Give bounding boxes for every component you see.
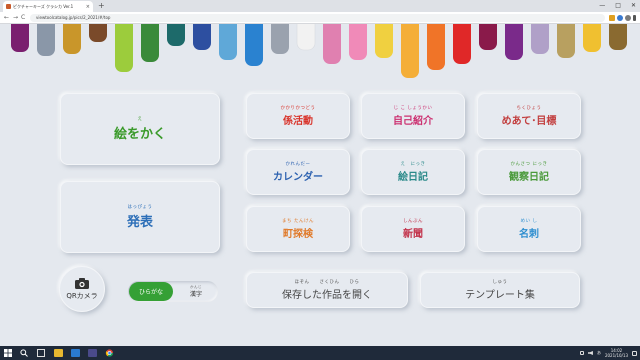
- drip-18: [479, 24, 497, 50]
- app-favicon-icon: [6, 4, 11, 9]
- back-icon[interactable]: ←: [4, 12, 9, 24]
- template-machi-button[interactable]: まち たんけん 町探検: [246, 206, 350, 252]
- drip-9: [245, 24, 263, 66]
- template-meate-button[interactable]: ちくひょう めあて･目標: [477, 93, 581, 139]
- qr-camera-button[interactable]: QRカメラ: [59, 266, 105, 312]
- minimize-button[interactable]: —: [599, 0, 605, 12]
- network-icon[interactable]: [579, 351, 584, 355]
- template-jiko-label: 自己紹介: [393, 115, 433, 127]
- system-tray: あ 14:02 2021/10/13: [579, 346, 637, 360]
- drip-10: [271, 24, 289, 54]
- menu-icon[interactable]: [633, 15, 636, 21]
- template-meishi-label: 名刺: [519, 228, 539, 240]
- window-controls: — □ ✕: [599, 0, 636, 12]
- draw-label: 絵をかく: [113, 126, 166, 142]
- template-kakari-label: 係活動: [283, 115, 313, 127]
- close-tab-icon[interactable]: ×: [86, 4, 90, 10]
- present-button[interactable]: はっぴょう 発表: [60, 181, 220, 253]
- template-kakari-button[interactable]: かかりかつどう 係活動: [246, 93, 350, 139]
- profile-icon[interactable]: [625, 15, 631, 21]
- drip-13: [349, 24, 367, 60]
- template-shinbun-button[interactable]: しんぶん 新聞: [361, 206, 465, 252]
- forward-icon[interactable]: →: [13, 12, 18, 24]
- drip-4: [115, 24, 133, 72]
- file-explorer-icon[interactable]: [54, 349, 63, 357]
- drip-23: [609, 24, 627, 50]
- open-saved-works-button[interactable]: ほぞん さくひん ひら 保存した作品を開く: [246, 272, 408, 308]
- drip-15: [401, 24, 419, 78]
- star-icon[interactable]: [609, 15, 615, 21]
- volume-icon[interactable]: [587, 351, 593, 355]
- search-icon[interactable]: [20, 349, 28, 357]
- windows-taskbar: あ 14:02 2021/10/13: [0, 346, 640, 360]
- drip-2: [63, 24, 81, 54]
- template-machi-label: 町探検: [283, 228, 313, 240]
- drip-0: [11, 24, 29, 52]
- chrome-icon[interactable]: [105, 349, 114, 357]
- template-meate-label: めあて･目標: [501, 115, 557, 127]
- drip-16: [427, 24, 445, 70]
- address-bar: ← → C viewtoolcatalog.jp/pics/2_2021/#/t…: [0, 12, 640, 24]
- drip-19: [505, 24, 523, 60]
- color-pencil-drips: [11, 24, 627, 78]
- new-tab-button[interactable]: +: [98, 1, 105, 11]
- drip-17: [453, 24, 471, 64]
- qr-camera-label: QRカメラ: [66, 291, 98, 300]
- drip-7: [193, 24, 211, 50]
- drip-8: [219, 24, 237, 60]
- task-view-icon[interactable]: [37, 349, 45, 357]
- drip-20: [531, 24, 549, 54]
- template-meishi-button[interactable]: めい し名刺: [477, 206, 581, 252]
- drip-5: [141, 24, 159, 62]
- mail-icon[interactable]: [71, 349, 80, 357]
- template-collection-button[interactable]: しゅう テンプレート集: [420, 272, 580, 308]
- template-calendar-button[interactable]: かれんだー カレンダー: [246, 149, 350, 195]
- template-shinbun-label: 新聞: [403, 228, 423, 240]
- drip-14: [375, 24, 393, 58]
- template-enikki-label: 絵日記: [398, 171, 428, 183]
- present-label: 発表: [126, 214, 153, 230]
- close-window-button[interactable]: ✕: [631, 0, 636, 12]
- extension-icon[interactable]: [617, 15, 623, 21]
- maximize-button[interactable]: □: [615, 0, 621, 12]
- template-calendar-label: カレンダー: [273, 171, 323, 183]
- drip-3: [89, 24, 107, 42]
- camera-icon: [75, 277, 89, 289]
- drip-11: [296, 24, 316, 51]
- kanji-label: 漢字: [189, 291, 202, 298]
- reload-icon[interactable]: C: [21, 12, 25, 24]
- template-label: テンプレート集: [465, 289, 535, 301]
- drip-6: [167, 24, 185, 46]
- drip-21: [557, 24, 575, 58]
- drip-22: [583, 24, 601, 52]
- windows-start-icon[interactable]: [4, 349, 12, 357]
- url-field[interactable]: viewtoolcatalog.jp/pics/2_2021/#/top: [30, 14, 605, 22]
- drip-12: [323, 24, 341, 64]
- browser-tab-bar: ピクチャーキーズ クラシカ Ver.1 × + — □ ✕: [0, 0, 640, 12]
- tab-title: ピクチャーキーズ クラシカ Ver.1: [13, 3, 74, 9]
- ime-indicator[interactable]: あ: [597, 350, 601, 356]
- saved-label: 保存した作品を開く: [282, 289, 372, 301]
- draw-button[interactable]: え 絵をかく: [60, 93, 220, 165]
- hiragana-option[interactable]: ひらがな: [129, 282, 173, 301]
- clock-date: 2021/10/13: [604, 353, 628, 358]
- clock[interactable]: 14:02 2021/10/13: [605, 348, 628, 358]
- notification-icon[interactable]: [632, 350, 637, 356]
- app-page: え 絵をかく はっぴょう 発表 かかりかつどう 係活動じ こ しょうかい 自己紹介ち…: [8, 24, 632, 346]
- kanji-option[interactable]: かんじ 漢字: [175, 282, 217, 301]
- store-icon[interactable]: [88, 349, 97, 357]
- browser-tab[interactable]: ピクチャーキーズ クラシカ Ver.1 ×: [3, 1, 93, 12]
- template-enikki-button[interactable]: え にっき 絵日記: [361, 149, 465, 195]
- drip-1: [37, 24, 55, 56]
- template-kansatsu-button[interactable]: かんさつ にっき 観察日記: [477, 149, 581, 195]
- template-jiko-button[interactable]: じ こ しょうかい 自己紹介: [361, 93, 465, 139]
- script-toggle[interactable]: ひらがな かんじ 漢字: [128, 281, 218, 302]
- template-kansatsu-label: 観察日記: [509, 171, 549, 183]
